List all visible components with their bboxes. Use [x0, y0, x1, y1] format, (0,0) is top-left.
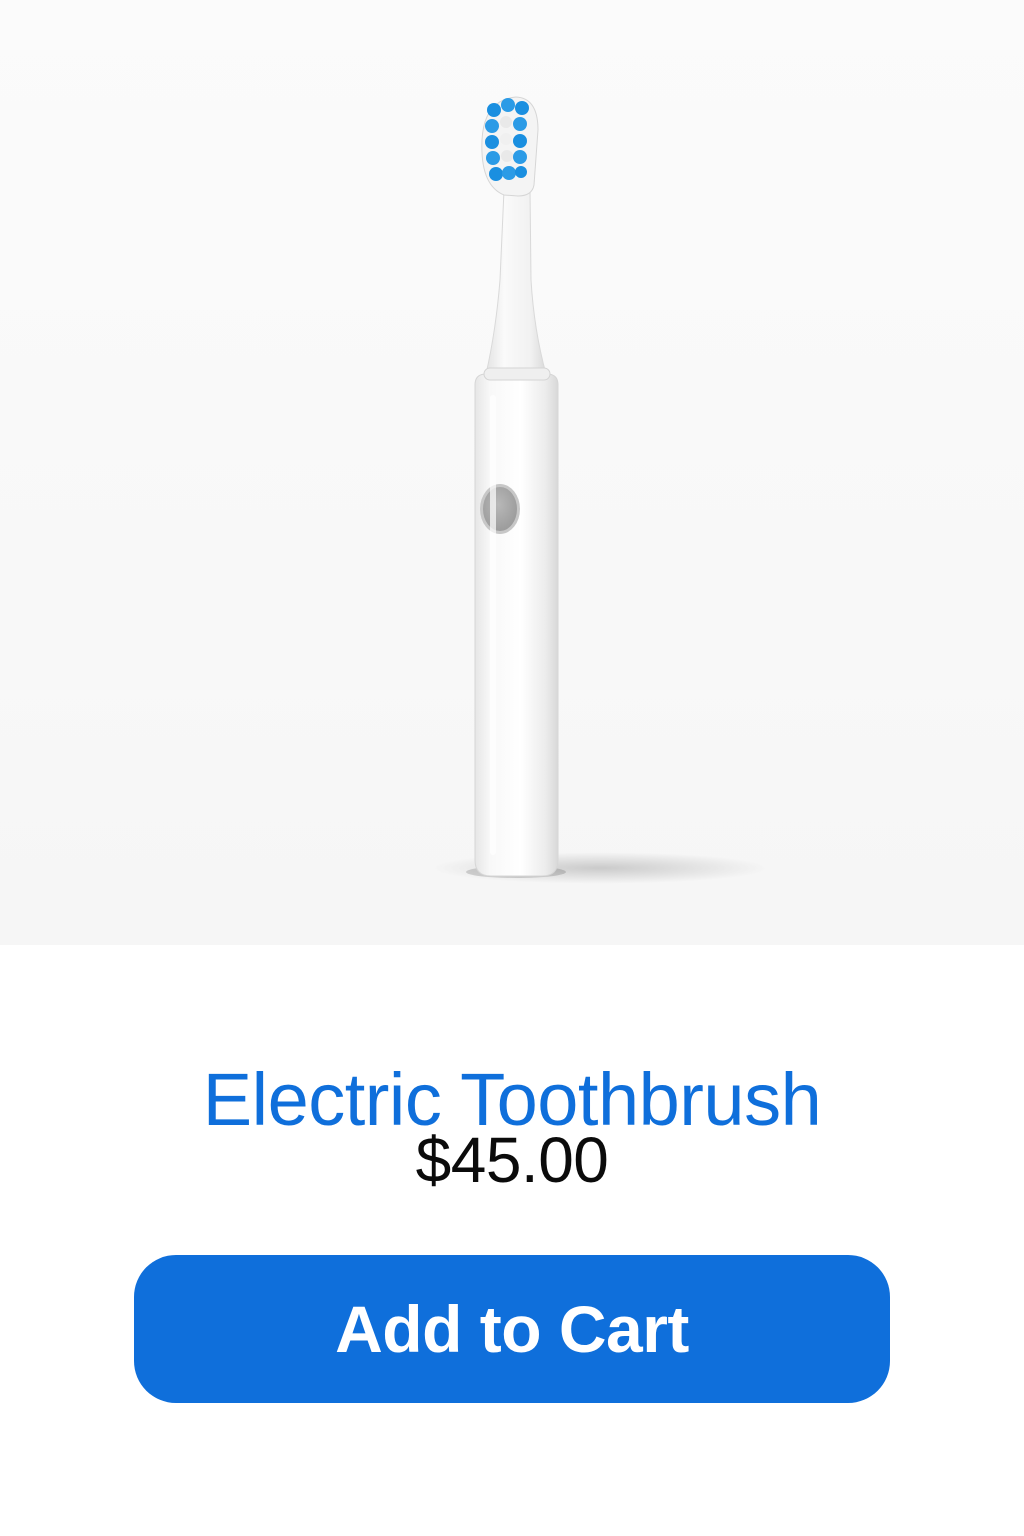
- toothbrush-illustration: [430, 96, 770, 884]
- toothbrush-handle: [474, 373, 559, 877]
- product-image: [0, 0, 1024, 945]
- add-to-cart-button[interactable]: Add to Cart: [134, 1255, 890, 1403]
- toothbrush-neck: [485, 189, 547, 375]
- product-card: Electric Toothbrush $45.00 Add to Cart: [0, 0, 1024, 1536]
- product-price: $45.00: [415, 1124, 609, 1196]
- neck-collar: [483, 367, 551, 381]
- handle-highlight: [490, 395, 496, 855]
- power-button-icon: [483, 487, 517, 531]
